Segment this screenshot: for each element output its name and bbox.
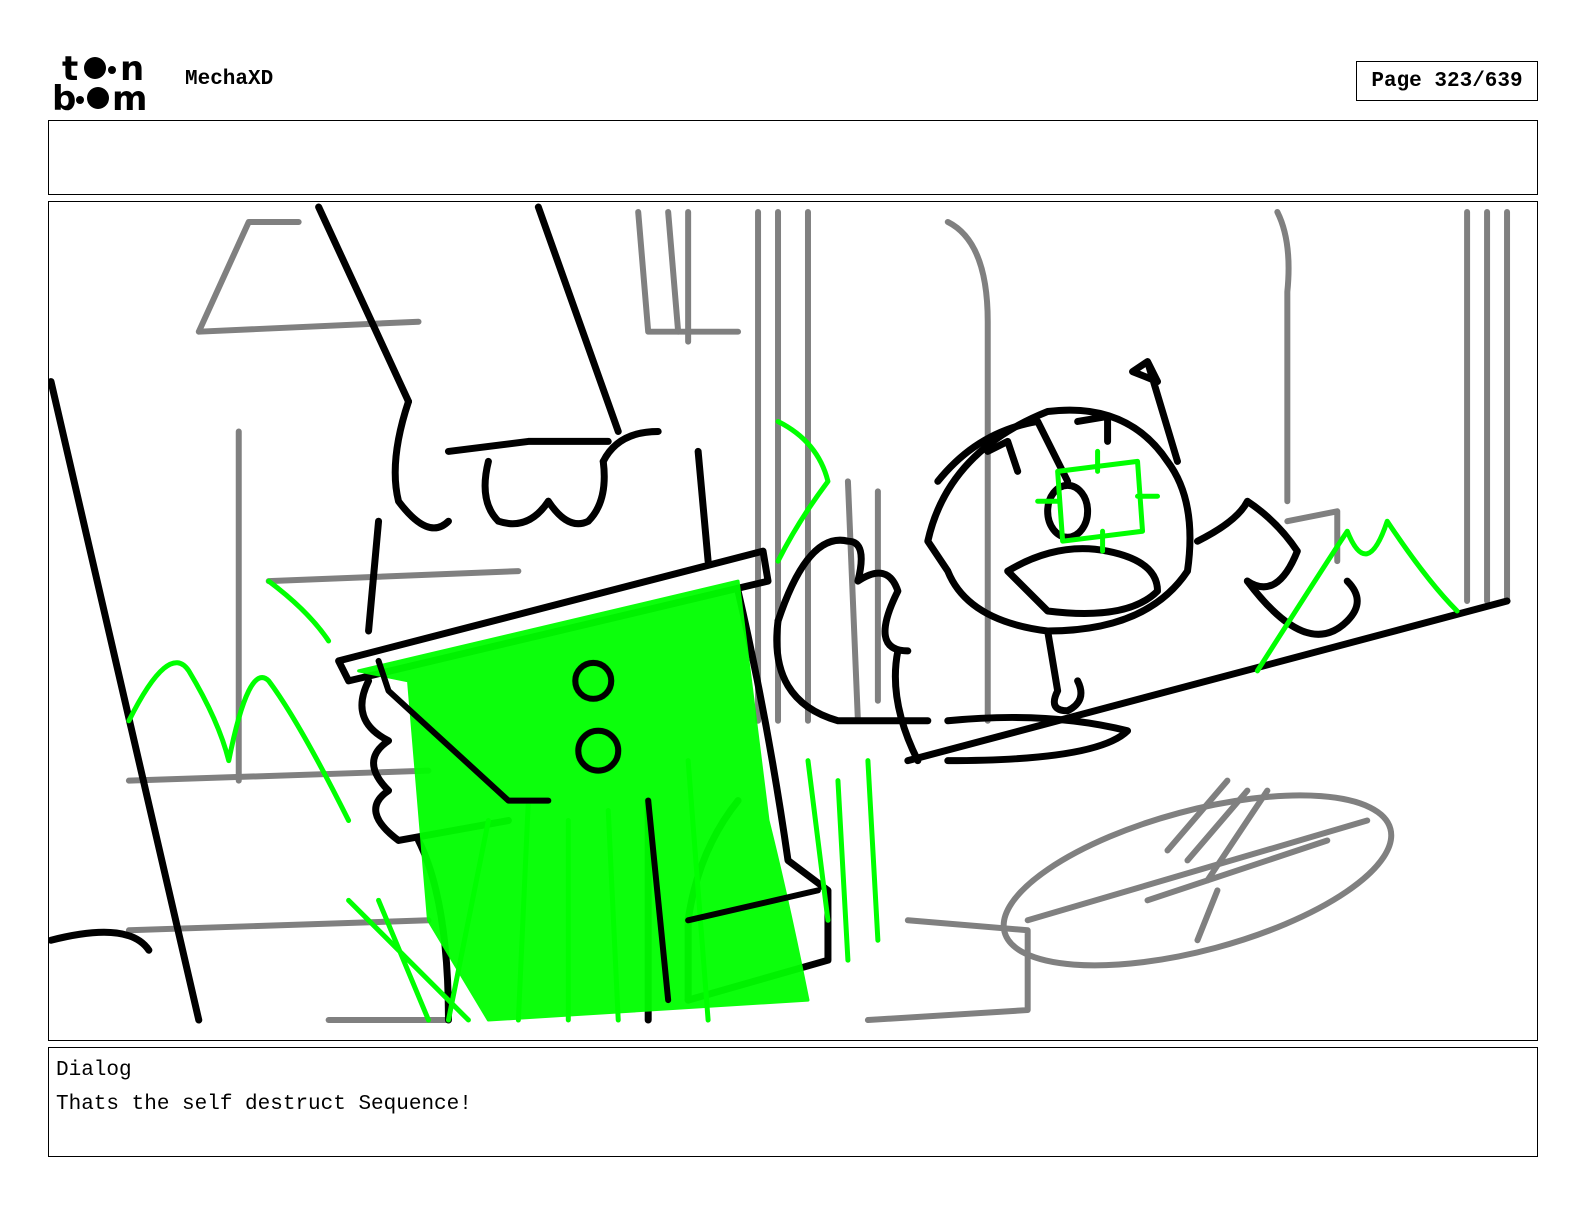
dialog-label: Dialog (56, 1059, 132, 1082)
panel-drawing (49, 203, 1511, 1024)
project-title: MechaXD (185, 68, 274, 91)
toonboom-logo: t n b m (52, 50, 147, 114)
notes-box (48, 120, 1538, 195)
svg-text:b: b (52, 79, 76, 114)
svg-text:m: m (112, 79, 147, 114)
dialog-box: Dialog Thats the self destruct Sequence! (48, 1047, 1538, 1157)
page-indicator: Page 323/639 (1356, 61, 1538, 101)
background-rough (125, 208, 1511, 1024)
storyboard-panel (48, 201, 1538, 1041)
dialog-text: Thats the self destruct Sequence! (56, 1093, 472, 1116)
